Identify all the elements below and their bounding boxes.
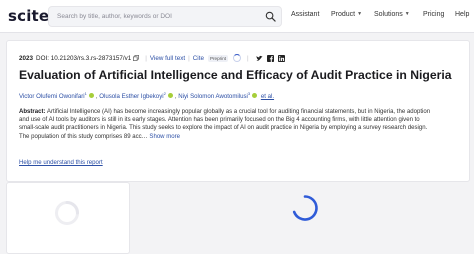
author-affiliation-number: 2: [163, 91, 166, 96]
doi-text: DOI: 10.21203/rs.3.rs-2873157/v1: [36, 54, 132, 62]
twitter-icon[interactable]: [256, 55, 263, 62]
view-full-text-link[interactable]: View full text: [150, 55, 185, 62]
author-separator: ,: [174, 93, 177, 101]
preprint-badge: Preprint: [207, 54, 229, 62]
search-box[interactable]: [48, 6, 282, 27]
chevron-down-icon: ▼: [404, 11, 410, 17]
author-affiliation-number: 3: [247, 91, 251, 96]
paper-title[interactable]: Evaluation of Artificial Intelligence an…: [19, 68, 459, 82]
author-name: Niyi Solomon Awotomilusi: [178, 93, 248, 101]
divider: |: [145, 54, 147, 62]
facebook-icon[interactable]: [266, 54, 274, 62]
nav-solutions[interactable]: Solutions ▼: [374, 11, 410, 18]
cite-link[interactable]: Cite: [193, 55, 204, 62]
chevron-down-icon: ▼: [357, 11, 363, 17]
abstract-line: small-scale audit practitioners in Niger…: [19, 125, 428, 132]
nav-product-label: Product: [331, 11, 356, 18]
loading-spinner: [292, 195, 318, 221]
loading-spinner: [55, 201, 79, 225]
nav-assistant[interactable]: Assistant: [291, 11, 319, 18]
nav-help[interactable]: Help: [455, 11, 469, 18]
linkedin-icon[interactable]: [277, 54, 285, 62]
search-input[interactable]: [57, 7, 257, 26]
abstract: Abstract: Artificial Intelligence (AI) h…: [19, 108, 465, 141]
abstract-label: Abstract:: [19, 109, 46, 115]
abstract-line: The population of this study comprises 8…: [19, 133, 148, 140]
nav-pricing[interactable]: Pricing: [423, 11, 444, 18]
nav-solutions-label: Solutions: [374, 11, 403, 18]
paper-card: 2023 DOI: 10.21203/rs.3.rs-2873157/v1 | …: [6, 40, 470, 182]
show-more-link[interactable]: Show more: [149, 134, 180, 140]
orcid-icon[interactable]: [88, 93, 94, 99]
orcid-icon[interactable]: [167, 93, 173, 99]
author-link[interactable]: Niyi Solomon Awotomilusi3: [178, 91, 251, 101]
author-link[interactable]: Olusola Esther Igbekoyi2: [99, 91, 166, 101]
author-name: Victor Olufemi Owonifari: [19, 93, 85, 101]
author-list: Victor Olufemi Owonifari1, Olusola Esthe…: [19, 91, 274, 100]
author-link[interactable]: Victor Olufemi Owonifari1: [19, 91, 87, 101]
nav-product[interactable]: Product ▼: [331, 11, 362, 18]
divider: |: [188, 54, 190, 62]
author-affiliation-number: 1: [84, 91, 87, 96]
author-name: Olusola Esther Igbekoyi: [99, 93, 164, 101]
et-al-link[interactable]: et al.: [261, 93, 274, 100]
share-icons: [256, 54, 285, 62]
orcid-icon[interactable]: [252, 93, 258, 99]
loading-spinner: [233, 54, 242, 62]
abstract-line: Artificial Intelligence (AI) has become …: [46, 109, 431, 115]
help-understand-report-link[interactable]: Help me understand this report: [19, 159, 103, 166]
abstract-line: and use of AI tools by auditors is still…: [19, 117, 420, 124]
paper-meta-row: 2023 DOI: 10.21203/rs.3.rs-2873157/v1 | …: [19, 54, 285, 62]
top-navigation-bar: scite_ Assistant Product▼ Solutions▼ Pri…: [0, 0, 474, 33]
author-separator: ,: [95, 93, 98, 101]
divider: |: [247, 54, 249, 62]
publication-year: 2023: [19, 54, 34, 62]
search-icon[interactable]: [265, 11, 276, 22]
copy-icon[interactable]: [133, 55, 140, 61]
